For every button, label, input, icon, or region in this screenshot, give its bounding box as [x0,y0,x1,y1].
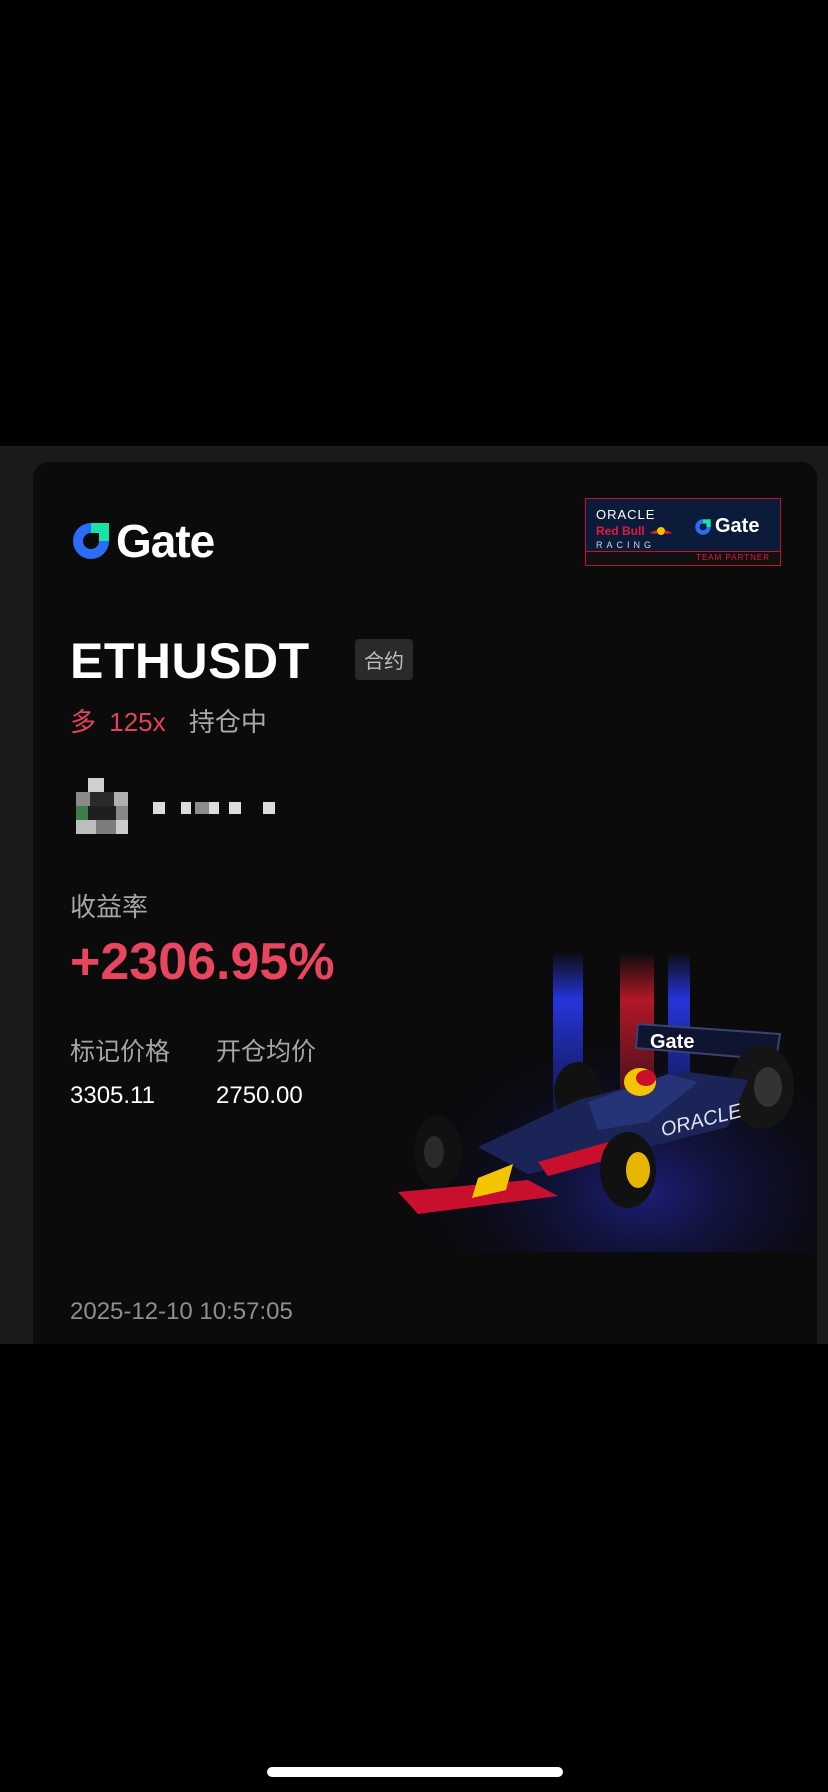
partner-redbull: Red Bull [596,524,682,538]
f1-car-illustration: Gate ORACLE [388,952,817,1252]
partner-racing: RACING [596,540,656,550]
partner-oracle: ORACLE [596,507,656,522]
timestamp: 2025-12-10 10:57:05 [70,1298,293,1325]
team-partner-label: TEAM PARTNER [696,553,770,562]
brand-name: Gate [116,515,215,567]
gate-logo: Gate [70,514,215,568]
avatar [76,778,128,834]
team-partner-badge: ORACLE Red Bull RACING Gate TEAM PARTNER [585,498,781,566]
partner-redbull-text: Red Bull [596,524,645,538]
roi-label: 收益率 [70,892,149,922]
username-redacted [153,802,313,816]
trading-pair: ETHUSDT [70,633,310,689]
mark-price-label: 标记价格 [70,1038,171,1066]
position-status: 持仓中 [188,707,267,737]
partner-gate-text: Gate [715,515,760,537]
entry-price-label: 开仓均价 [216,1038,317,1066]
gate-logo-icon [73,523,109,559]
partner-bar: TEAM PARTNER [586,551,780,565]
car-gate-livery: Gate [650,1031,694,1053]
direction-label: 多 [70,707,97,737]
home-indicator[interactable] [267,1767,563,1777]
position-side: 多 125x 持仓中 [70,702,267,739]
position-share-card: Gate ORACLE Red Bull RACING Gate TEAM PA… [33,462,817,1344]
contract-tag: 合约 [355,639,413,680]
gate-small-icon [695,518,711,535]
entry-price-value: 2750.00 [216,1082,303,1109]
mark-price-value: 3305.11 [70,1082,155,1109]
roi-value: +2306.95% [70,933,335,991]
leverage-label: 125x [109,707,166,737]
redbull-bulls-icon [648,527,673,535]
partner-gate: Gate [694,515,759,538]
